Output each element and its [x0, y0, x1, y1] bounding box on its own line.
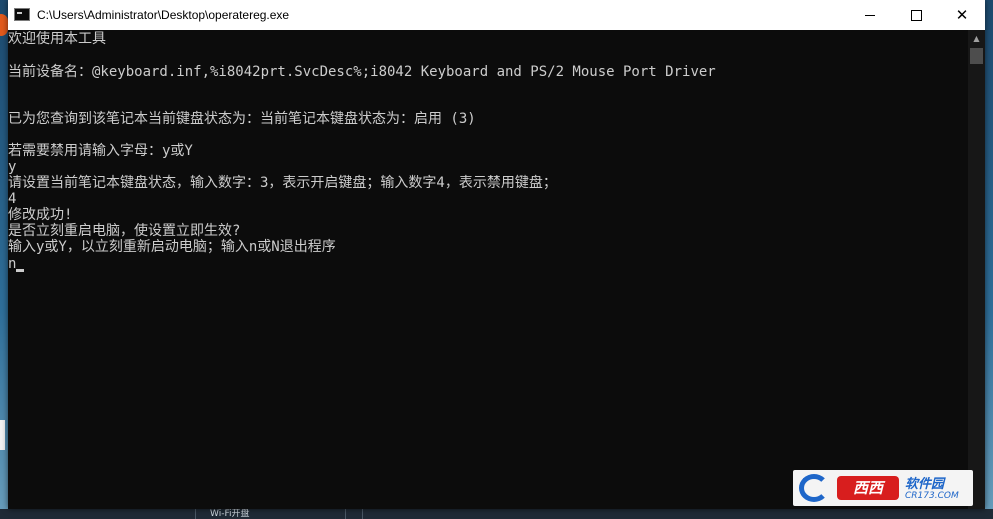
console-output[interactable]: 欢迎使用本工具 当前设备名：@keyboard.inf,%i8042prt.Sv…	[8, 30, 968, 509]
console-line-keyboard-status: 已为您查询到该笔记本当前键盘状态为：当前笔记本键盘状态为：启用 (3)	[8, 111, 476, 127]
console-line-device-name: 当前设备名：@keyboard.inf,%i8042prt.SvcDesc%;i…	[8, 64, 716, 80]
taskbar: Wi-Fi开盘	[0, 509, 993, 519]
console-line-user-input: 4	[8, 191, 17, 207]
maximize-button[interactable]	[893, 0, 939, 30]
console-line-welcome: 欢迎使用本工具	[8, 31, 106, 47]
maximize-icon	[910, 9, 922, 21]
console-line-restart-question: 是否立刻重启电脑，使设置立即生效?	[8, 223, 241, 239]
desktop-app-icon[interactable]	[0, 14, 8, 36]
title-bar[interactable]: C:\Users\Administrator\Desktop\operatere…	[8, 0, 985, 30]
console-line-user-input: y	[8, 159, 17, 175]
taskbar-divider	[362, 509, 363, 519]
console-window[interactable]: C:\Users\Administrator\Desktop\operatere…	[8, 0, 985, 509]
watermark-name: 软件园	[905, 477, 945, 492]
console-window-icon[interactable]	[14, 8, 30, 21]
console-line-disable-prompt: 若需要禁用请输入字母：y或Y	[8, 143, 193, 159]
window-title: C:\Users\Administrator\Desktop\operatere…	[37, 8, 290, 22]
watermark-c-icon	[799, 474, 829, 502]
close-icon: ✕	[955, 5, 969, 24]
minimize-button[interactable]	[847, 0, 893, 30]
console-line-restart-instructions: 输入y或Y，以立刻重新启动电脑；输入n或N退出程序	[8, 239, 336, 255]
watermark-logo: 西西 软件园 CR173.COM	[793, 470, 973, 506]
taskbar-item[interactable]: Wi-Fi开盘	[210, 509, 300, 519]
scrollbar-thumb[interactable]	[970, 48, 983, 64]
text-cursor	[16, 269, 24, 272]
desktop-file-icon[interactable]	[0, 420, 5, 450]
minimize-icon	[865, 14, 875, 16]
close-button[interactable]: ✕	[939, 0, 985, 30]
watermark-brand: 西西	[837, 476, 899, 500]
scroll-up-arrow-icon[interactable]: ▲	[968, 30, 985, 47]
watermark-site: CR173.COM	[905, 491, 959, 501]
taskbar-divider	[345, 509, 346, 519]
vertical-scrollbar[interactable]: ▲	[968, 30, 985, 509]
taskbar-divider	[195, 509, 196, 519]
console-line-success: 修改成功!	[8, 207, 73, 223]
console-line-set-state-prompt: 请设置当前笔记本键盘状态，输入数字：3，表示开启键盘；输入数字4，表示禁用键盘；	[8, 175, 557, 191]
